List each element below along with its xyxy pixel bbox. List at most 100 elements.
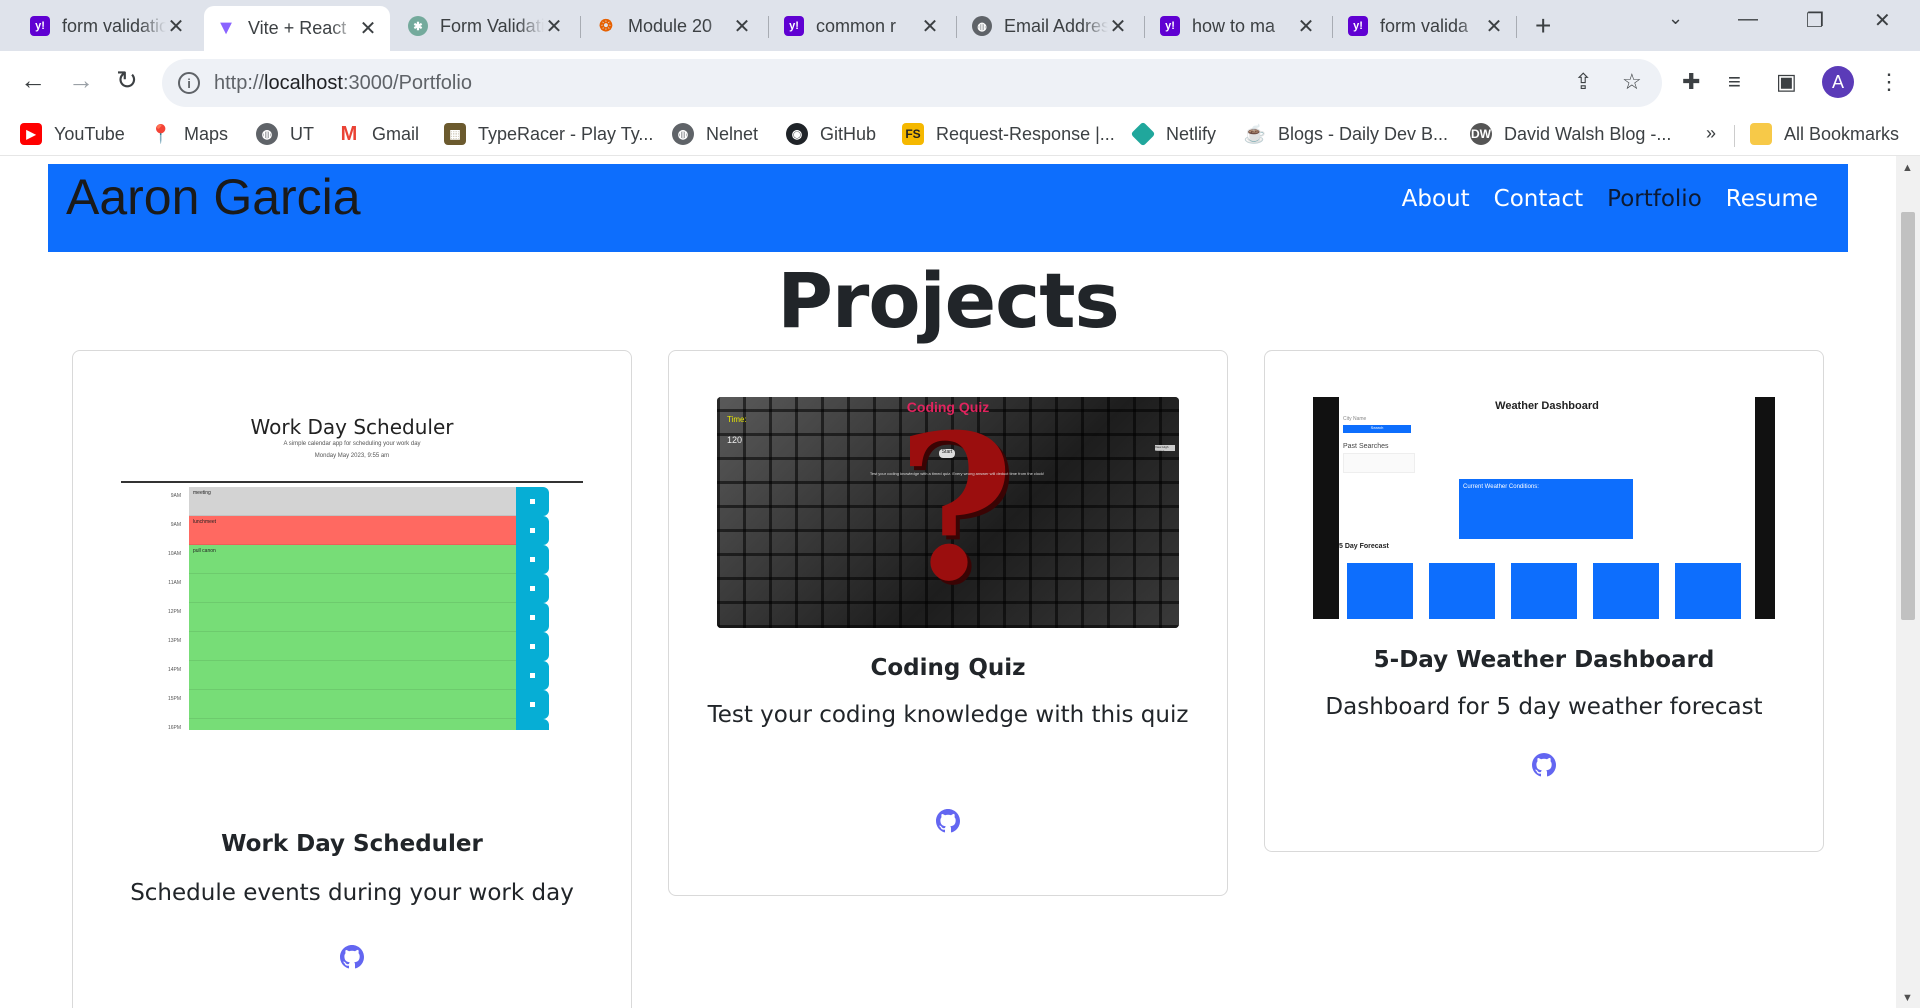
media-control-icon[interactable]: ≡ (1728, 69, 1741, 95)
bookmark-label: All Bookmarks (1784, 123, 1900, 144)
fs-icon: FS (902, 123, 924, 145)
tab-title: common r (816, 15, 897, 36)
event-text (189, 719, 516, 730)
tab-vite-react[interactable]: ▼ Vite + React ✕ (204, 6, 390, 51)
tab-divider (1516, 16, 1517, 38)
question-mark-icon: ? (897, 397, 1015, 626)
hour-label: 9AM (170, 493, 181, 499)
page-scrollbar[interactable]: ▲ ▼ (1896, 156, 1920, 1008)
all-bookmarks-button[interactable]: All Bookmarks (1750, 123, 1899, 145)
tab-common[interactable]: y! common r ✕ (772, 6, 952, 46)
past-searches-box (1343, 453, 1415, 473)
canvas-icon: ❂ (599, 18, 613, 35)
close-icon[interactable]: ✕ (1484, 14, 1504, 39)
project-screenshot[interactable]: ? Coding Quiz Time: 120 Start Test your … (717, 397, 1179, 628)
event-text (189, 661, 516, 690)
bookmark-star-icon[interactable]: ☆ (1622, 69, 1642, 95)
project-title: Work Day Scheduler (221, 831, 483, 857)
folder-icon (1750, 123, 1772, 145)
close-icon[interactable]: ✕ (358, 16, 378, 41)
hour-label: 11AM (168, 580, 181, 586)
close-icon[interactable]: ✕ (1108, 14, 1128, 39)
bookmarks-bar: ▶ YouTube 📍 Maps ◍ UT M Gmail ▦ TypeRacer - P… (0, 115, 1920, 156)
bookmark-label: Netlify (1166, 123, 1217, 144)
nav-resume[interactable]: Resume (1726, 186, 1818, 212)
bookmark-netlify[interactable]: Netlify (1130, 121, 1217, 147)
bookmark-typeracer[interactable]: ▦ TypeRacer - Play Ty... (444, 123, 653, 145)
schedule-row: 14PM (121, 661, 583, 690)
nav-portfolio[interactable]: Portfolio (1607, 186, 1702, 212)
share-icon[interactable]: ⇪ (1574, 69, 1592, 95)
close-icon[interactable]: ✕ (544, 14, 564, 39)
project-card-coding-quiz: ? Coding Quiz Time: 120 Start Test your … (668, 350, 1228, 896)
address-bar[interactable]: i http://localhost:3000/Portfolio (162, 59, 1662, 107)
bookmark-youtube[interactable]: ▶ YouTube (20, 123, 125, 145)
screenshot-subtitle: A simple calendar app for scheduling you… (283, 441, 421, 447)
bookmark-nelnet[interactable]: ◍ Nelnet (672, 123, 758, 145)
bookmark-label: David Walsh Blog -... (1504, 123, 1672, 144)
screenshot-time-value: 120 (727, 435, 743, 445)
tab-module-20[interactable]: ❂ Module 20 ✕ (584, 6, 764, 46)
side-panel-icon[interactable]: ▣ (1776, 69, 1797, 95)
restore-icon[interactable]: ❐ (1806, 8, 1824, 33)
tab-search-icon[interactable]: ⌄ (1668, 8, 1683, 29)
forecast-card (1511, 563, 1577, 619)
page-viewport: Aaron Garcia About Contact Portfolio Res… (0, 156, 1896, 1008)
save-button (516, 632, 549, 661)
scrollbar-thumb[interactable] (1901, 212, 1915, 620)
project-screenshot[interactable]: Weather Dashboard City Name Search Past … (1313, 397, 1775, 619)
extensions-icon[interactable]: ✚ (1682, 69, 1700, 95)
github-icon[interactable] (936, 809, 960, 833)
bookmark-label: Nelnet (706, 123, 759, 144)
close-icon[interactable]: ✕ (166, 14, 186, 39)
menu-icon[interactable]: ⋮ (1878, 69, 1900, 95)
bookmark-label: UT (290, 123, 314, 144)
bookmark-david-walsh[interactable]: DW David Walsh Blog -... (1470, 123, 1671, 145)
back-icon[interactable]: ← (20, 65, 46, 96)
url-text[interactable]: http://localhost:3000/Portfolio (214, 72, 472, 95)
close-icon[interactable]: ✕ (920, 14, 940, 39)
save-button (516, 516, 549, 545)
minimize-icon[interactable]: — (1738, 8, 1758, 31)
bookmark-github[interactable]: ◉ GitHub (786, 123, 876, 145)
bookmarks-overflow-button[interactable]: » (1706, 123, 1716, 144)
bookmark-gmail[interactable]: M Gmail (338, 123, 419, 145)
new-tab-icon[interactable]: + (1535, 10, 1551, 42)
close-window-icon[interactable]: ✕ (1874, 8, 1891, 33)
tab-form-validation-1[interactable]: y! form validation ✕ (18, 6, 198, 46)
project-description: Test your coding knowledge with this qui… (707, 702, 1189, 728)
tab-email-address[interactable]: ◍ Email Address ✕ (960, 6, 1140, 46)
tab-form-validation-3[interactable]: y! form valida ✕ (1336, 6, 1516, 46)
github-icon: ◉ (786, 123, 808, 145)
schedule-row: 15PM (121, 690, 583, 719)
bookmark-blogs[interactable]: ☕ Blogs - Daily Dev B... (1244, 123, 1448, 145)
profile-avatar[interactable]: A (1822, 66, 1854, 98)
tab-form-validation-2[interactable]: ✱ Form Validation ✕ (396, 6, 576, 46)
save-button (516, 545, 549, 574)
scroll-down-icon[interactable]: ▼ (1902, 992, 1913, 1004)
bookmark-ut[interactable]: ◍ UT (256, 123, 314, 145)
reload-icon[interactable]: ↻ (116, 65, 138, 96)
close-icon[interactable]: ✕ (732, 14, 752, 39)
tab-title: form valida (1380, 15, 1469, 36)
tab-how-to-make[interactable]: y! how to ma ✕ (1148, 6, 1328, 46)
site-info-icon[interactable]: i (178, 72, 200, 94)
event-text (189, 690, 516, 719)
scroll-up-icon[interactable]: ▲ (1902, 162, 1913, 174)
tab-divider (768, 16, 769, 38)
forward-icon[interactable]: → (68, 65, 94, 96)
bookmark-maps[interactable]: 📍 Maps (150, 123, 228, 145)
bookmark-request-response[interactable]: FS Request-Response |... (902, 123, 1115, 145)
youtube-icon: ▶ (20, 123, 42, 145)
github-icon[interactable] (340, 945, 364, 969)
github-icon[interactable] (1532, 753, 1556, 777)
project-screenshot[interactable]: Work Day Scheduler A simple calendar app… (121, 395, 583, 730)
project-title: 5-Day Weather Dashboard (1373, 647, 1715, 673)
site-header: Aaron Garcia About Contact Portfolio Res… (48, 164, 1848, 252)
netlify-icon (1130, 121, 1156, 147)
tab-divider (1144, 16, 1145, 38)
nav-about[interactable]: About (1402, 186, 1470, 212)
gmail-icon: M (340, 122, 358, 145)
close-icon[interactable]: ✕ (1296, 14, 1316, 39)
nav-contact[interactable]: Contact (1494, 186, 1583, 212)
